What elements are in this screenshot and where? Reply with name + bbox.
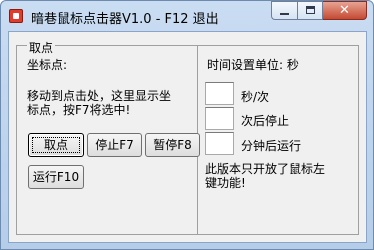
version-note: 此版本只开放了鼠标左键功能! [205, 162, 326, 190]
close-icon: ✕ [339, 3, 350, 18]
pick-group-caption: 取点 [27, 39, 56, 56]
pause-button[interactable]: 暂停F8 [145, 133, 200, 157]
app-icon [9, 9, 23, 23]
interval-label: 秒/次 [241, 90, 270, 104]
client-area: 取点 坐标点: 移动到点击处，这里显示坐标点，按F7将选中! 取点 停止F7 暂… [8, 31, 367, 243]
title-bar[interactable]: 暗巷鼠标点击器V1.0 - F12 退出 ✕ [1, 1, 373, 31]
maximize-icon [306, 6, 315, 14]
coord-label: 坐标点: [27, 58, 68, 72]
app-window: 暗巷鼠标点击器V1.0 - F12 退出 ✕ 取点 坐标点: 移动到点击处，这里… [0, 0, 374, 250]
window-title: 暗巷鼠标点击器V1.0 - F12 退出 [31, 12, 219, 27]
run-button[interactable]: 运行F10 [28, 165, 84, 189]
time-unit-label: 时间设置单位: 秒 [207, 58, 299, 72]
coord-instruction: 移动到点击处，这里显示坐标点，按F7将选中! [27, 89, 172, 117]
stop-after-input[interactable] [205, 107, 234, 130]
close-button[interactable]: ✕ [323, 1, 367, 20]
caption-buttons: ✕ [271, 1, 367, 21]
delay-label: 分钟后运行 [241, 139, 302, 153]
interval-input[interactable] [205, 82, 234, 105]
delay-input[interactable] [205, 132, 234, 155]
minimize-button[interactable] [271, 1, 297, 20]
pick-button[interactable]: 取点 [28, 133, 84, 157]
stop-button[interactable]: 停止F7 [87, 133, 142, 157]
minimize-icon [280, 13, 289, 15]
stop-after-label: 次后停止 [241, 114, 290, 128]
maximize-button[interactable] [297, 1, 323, 20]
